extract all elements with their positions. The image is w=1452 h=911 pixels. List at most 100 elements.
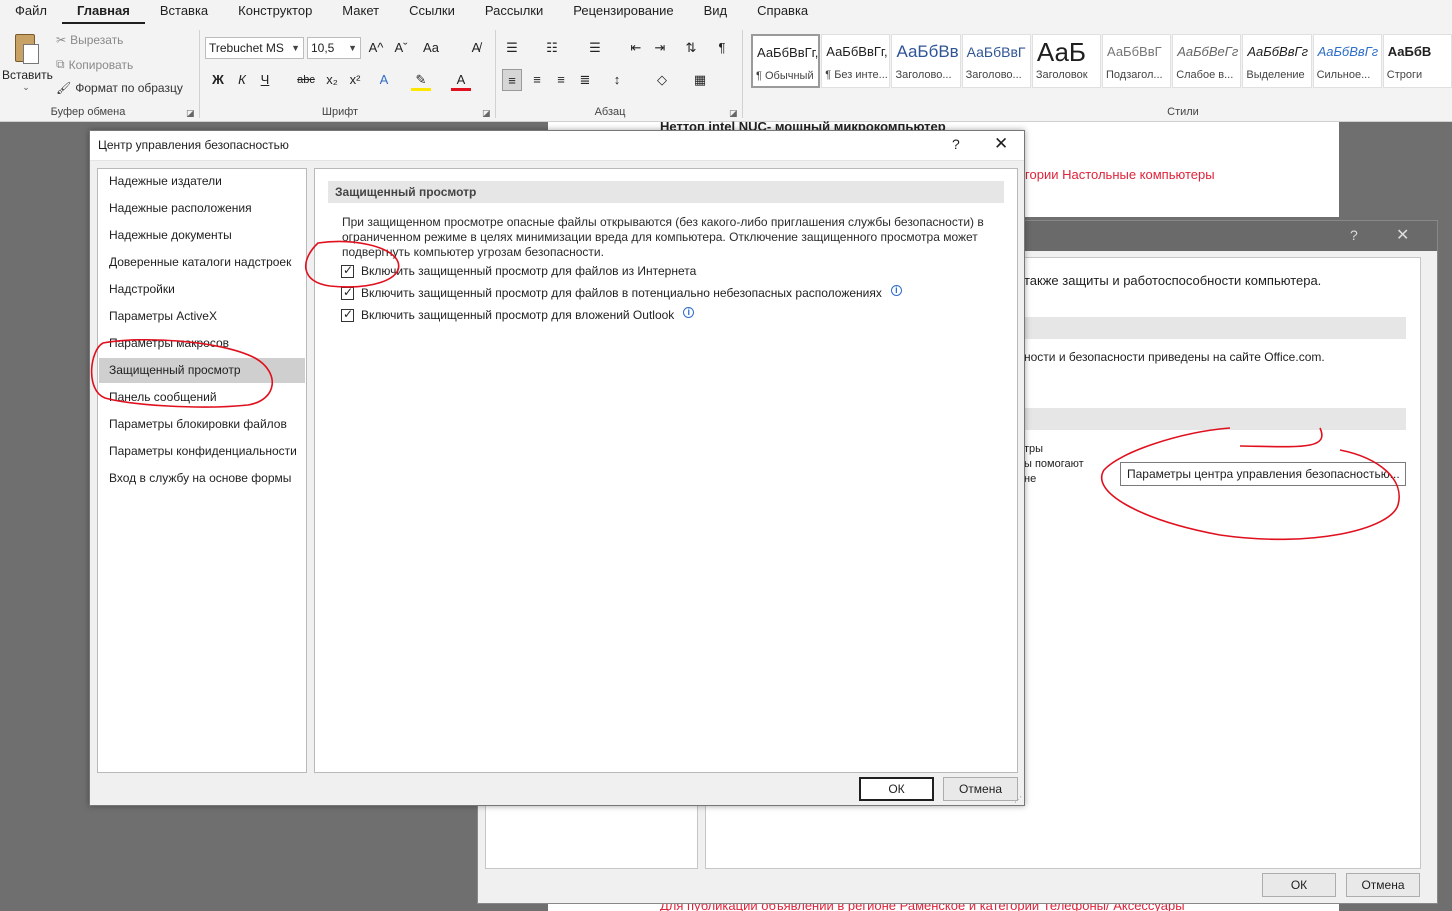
close-icon[interactable]: ✕ [1396,225,1409,245]
nav-item-addins[interactable]: Надстройки [99,277,305,302]
strikethrough-button[interactable]: abc [296,69,316,91]
paragraph-group-label: Абзац [594,106,626,118]
cancel-button[interactable]: Отмена [943,777,1018,801]
scissors-icon: ✂ [56,33,67,47]
multilevel-list-icon[interactable]: ☰ [585,37,605,59]
checkbox-checked[interactable] [341,285,354,300]
options-cancel-button[interactable]: Отмена [1346,873,1420,897]
nav-item-trusted-publishers[interactable]: Надежные издатели [99,169,305,194]
style-name: ¶ Без инте... [825,69,888,81]
shading-icon[interactable]: ◇ [652,69,672,91]
format-painter-label: Формат по образцу [75,81,183,95]
style-title[interactable]: АаБ Заголовок [1031,34,1101,88]
style-name: Сильное... [1316,69,1371,81]
protected-view-internet-option[interactable]: Включить защищенный просмотр для файлов … [341,263,696,278]
font-color-icon[interactable]: A [451,69,471,91]
line-spacing-icon[interactable]: ↕ [607,69,627,91]
underline-button[interactable]: Ч [255,69,275,91]
nav-item-addin-catalogs[interactable]: Доверенные каталоги надстроек [99,250,305,275]
clipboard-launcher-icon[interactable]: ◪ [186,108,195,119]
checkbox-checked[interactable] [341,263,354,278]
increase-indent-icon[interactable]: ⇥ [650,37,670,59]
subscript-button[interactable]: x₂ [322,69,342,91]
close-icon[interactable]: ✕ [994,134,1008,154]
style-no-spacing[interactable]: АаБбВвГг, ¶ Без инте... [821,34,891,88]
nav-item-protected-view[interactable]: Защищенный просмотр [99,358,305,383]
superscript-button[interactable]: x² [345,69,365,91]
tab-insert[interactable]: Вставка [145,0,223,24]
checkbox-label: Включить защищенный просмотр для вложени… [361,308,675,322]
cut-button[interactable]: ✂ Вырезать [56,33,123,47]
style-strong[interactable]: АаБбВ Строги [1382,34,1452,88]
tab-review[interactable]: Рецензирование [558,0,688,24]
italic-button[interactable]: К [232,69,252,91]
font-launcher-icon[interactable]: ◪ [482,108,491,119]
style-emphasis[interactable]: АаБбВвГг Выделение [1242,34,1312,88]
align-center-icon[interactable]: ≡ [527,69,547,91]
protected-view-unsafe-locations-option[interactable]: Включить защищенный просмотр для файлов … [341,284,902,300]
borders-icon[interactable]: ▦ [690,69,710,91]
separator [742,30,743,118]
nav-item-activex[interactable]: Параметры ActiveX [99,304,305,329]
clear-formatting-icon[interactable]: A̸ [466,37,486,59]
tab-file[interactable]: Файл [0,0,62,24]
nav-item-message-bar[interactable]: Панель сообщений [99,385,305,410]
paste-button[interactable]: Вставить ⌄ [2,32,53,98]
style-normal[interactable]: АаБбВвГг, ¶ Обычный [751,34,821,88]
text-effects-icon[interactable]: A [374,69,394,91]
style-intense-emphasis[interactable]: АаБбВвГг Сильное... [1312,34,1382,88]
nav-item-trusted-locations[interactable]: Надежные расположения [99,196,305,221]
tab-home[interactable]: Главная [61,0,145,24]
tab-mailings[interactable]: Рассылки [470,0,558,24]
nav-item-file-block[interactable]: Параметры блокировки файлов [99,412,305,437]
paragraph-launcher-icon[interactable]: ◪ [729,108,738,119]
bold-button[interactable]: Ж [208,69,228,91]
numbering-icon[interactable]: ☷ [542,37,562,59]
separator [199,30,200,118]
ok-button[interactable]: ОК [859,777,934,801]
nav-item-privacy[interactable]: Параметры конфиденциальности [99,439,305,464]
decrease-indent-icon[interactable]: ⇤ [626,37,646,59]
style-heading-2[interactable]: АаБбВвГ Заголово... [961,34,1031,88]
style-name: ¶ Обычный [756,70,814,82]
style-subtitle[interactable]: АаБбВвГ Подзагол... [1102,34,1172,88]
tab-view[interactable]: Вид [689,0,743,24]
protected-view-outlook-option[interactable]: Включить защищенный просмотр для вложени… [341,306,695,322]
tab-layout[interactable]: Макет [327,0,394,24]
copy-button[interactable]: ⧉ Копировать [56,57,133,72]
separator [495,30,496,118]
style-heading-1[interactable]: АаБбВв Заголово... [891,34,961,88]
pilcrow-icon[interactable]: ¶ [712,37,732,59]
align-left-icon[interactable]: ≡ [502,69,522,91]
shrink-font-button[interactable]: Aˇ [391,37,411,59]
nav-item-trusted-documents[interactable]: Надежные документы [99,223,305,248]
justify-icon[interactable]: ≣ [575,69,595,91]
tab-help[interactable]: Справка [742,0,823,24]
font-size-combo[interactable]: 10,5 ▼ [307,37,361,59]
format-painter-button[interactable]: 🖌 Формат по образцу [56,81,183,95]
options-text-fragment: ы помогают [1024,458,1084,470]
font-name-combo[interactable]: Trebuchet MS ▼ [205,37,304,59]
paste-dropdown-icon[interactable]: ⌄ [2,82,50,93]
checkbox-checked[interactable] [341,307,354,322]
help-icon[interactable]: ? [1350,227,1358,243]
resize-grip-icon[interactable]: ⋰ [1014,795,1022,804]
info-icon[interactable]: i [683,306,695,318]
dialog-title: Центр управления безопасностью [98,138,289,152]
nav-item-form-sign-in[interactable]: Вход в службу на основе формы [99,466,305,491]
help-icon[interactable]: ? [952,136,960,152]
style-subtle-emphasis[interactable]: АаБбВеГг Слабое в... [1172,34,1242,88]
options-ok-button[interactable]: ОК [1262,873,1336,897]
grow-font-button[interactable]: A^ [366,37,386,59]
tab-design[interactable]: Конструктор [223,0,327,24]
trust-center-settings-button[interactable]: Параметры центра управления безопасность… [1120,462,1406,486]
font-group-label: Шрифт [321,106,359,118]
tab-references[interactable]: Ссылки [394,0,470,24]
align-right-icon[interactable]: ≡ [551,69,571,91]
bullets-icon[interactable]: ☰ [502,37,522,59]
highlight-icon[interactable]: ✎ [411,69,431,91]
info-icon[interactable]: i [890,284,902,296]
nav-item-macros[interactable]: Параметры макросов [99,331,305,356]
sort-icon[interactable]: ⇅ [681,37,701,59]
change-case-button[interactable]: Aa [421,37,441,59]
